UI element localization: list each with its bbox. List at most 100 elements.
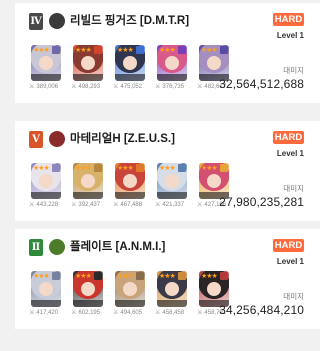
class-icon [136, 46, 144, 54]
rank-badge: Ⅱ [29, 239, 43, 256]
star-rating-icon: ★★★ [201, 272, 218, 280]
crossed-swords-icon: ⚔ [71, 309, 77, 316]
crossed-swords-icon: ⚔ [197, 201, 203, 208]
star-rating-icon: ★★★ [159, 46, 176, 54]
star-rating-icon: ★★★ [201, 46, 218, 54]
team-card[interactable]: Ⅴ 마테리얼H [Z.E.U.S.] HARD Level 1 ★★★ ⚔ 443,… [15, 121, 320, 221]
star-rating-icon: ★★★ [75, 164, 92, 172]
star-rating-icon: ★★★ [33, 272, 50, 280]
unit-slot[interactable]: ★★★ ⚔ 443,228 [29, 163, 61, 208]
combat-power-value: 498,293 [78, 83, 101, 90]
combat-power-value: 602,195 [78, 309, 101, 316]
unit-slot[interactable]: ★★★ ⚔ 475,052 [113, 45, 145, 90]
crossed-swords-icon: ⚔ [197, 309, 203, 316]
unit-portrait: ★★★ [73, 271, 103, 307]
team-card[interactable]: Ⅱ 플레이트 [A.N.M.I.] HARD Level 1 ★★★ ⚔ 417,4… [15, 229, 320, 329]
damage-value: 27,980,235,281 [219, 195, 304, 209]
unit-slot[interactable]: ★★★ ⚔ 392,437 [71, 163, 103, 208]
unit-slot[interactable]: ★★★ ⚔ 389,006 [29, 45, 61, 90]
unit-slot[interactable]: ★★★ ⚔ 467,488 [113, 163, 145, 208]
combat-power: ⚔ 458,458 [155, 309, 191, 316]
class-icon [220, 272, 228, 280]
team-name: 마테리얼H [Z.E.U.S.] [70, 133, 175, 145]
combat-power: ⚔ 389,006 [29, 83, 65, 90]
crossed-swords-icon: ⚔ [29, 83, 35, 90]
raid-ranking-list: Ⅳ 리빌드 핑거즈 [D.M.T.R] HARD Level 1 ★★★ ⚔ 389… [0, 0, 320, 351]
crossed-swords-icon: ⚔ [113, 309, 119, 316]
cross-emblem-icon [49, 239, 65, 255]
unit-slot[interactable]: ★★★ ⚔ 421,337 [155, 163, 187, 208]
crossed-swords-icon: ⚔ [113, 201, 119, 208]
combat-power: ⚔ 392,437 [71, 201, 107, 208]
team-name: 플레이트 [A.N.M.I.] [70, 241, 166, 253]
unit-portrait: ★★★ [157, 163, 187, 199]
unit-portrait: ★★★ [31, 45, 61, 81]
unit-slot[interactable]: ★★★ ⚔ 427,166 [197, 163, 229, 208]
unit-slot[interactable]: ★★★ ⚔ 498,293 [71, 45, 103, 90]
unit-slot[interactable]: ★★★ ⚔ 458,458 [155, 271, 187, 316]
combat-power-value: 467,488 [120, 201, 143, 208]
class-icon [94, 272, 102, 280]
unit-slot[interactable]: ★★★ ⚔ 376,735 [155, 45, 187, 90]
unit-slot[interactable]: ★★★ ⚔ 458,791 [197, 271, 229, 316]
star-rating-icon: ★★★ [33, 164, 50, 172]
unit-portrait: ★★★ [31, 163, 61, 199]
unit-portrait: ★★★ [157, 271, 187, 307]
class-icon [178, 164, 186, 172]
level-label: Level 1 [276, 31, 304, 40]
class-icon [220, 164, 228, 172]
damage-value: 34,256,484,210 [219, 303, 304, 317]
crossed-swords-icon: ⚔ [155, 83, 161, 90]
class-icon [94, 164, 102, 172]
crossed-swords-icon: ⚔ [155, 201, 161, 208]
level-label: Level 1 [276, 257, 304, 266]
star-emblem-icon [49, 131, 65, 147]
class-icon [178, 46, 186, 54]
unit-portrait: ★★★ [115, 45, 145, 81]
level-label: Level 1 [276, 149, 304, 158]
damage-label: 대미지 [283, 292, 304, 301]
unit-slot[interactable]: ★★★ ⚔ 482,617 [197, 45, 229, 90]
class-icon [52, 164, 60, 172]
unit-portrait: ★★★ [73, 163, 103, 199]
unit-portrait: ★★★ [115, 163, 145, 199]
difficulty-badge: HARD [273, 239, 304, 252]
combat-power: ⚔ 467,488 [113, 201, 149, 208]
combat-power: ⚔ 475,052 [113, 83, 149, 90]
class-icon [136, 272, 144, 280]
combat-power-value: 389,006 [36, 83, 59, 90]
combat-power: ⚔ 417,420 [29, 309, 65, 316]
combat-power-value: 494,605 [120, 309, 143, 316]
unit-slot[interactable]: ★★★ ⚔ 494,605 [113, 271, 145, 316]
unit-portrait: ★★★ [199, 163, 229, 199]
difficulty-badge: HARD [273, 13, 304, 26]
unit-slot[interactable]: ★★★ ⚔ 602,195 [71, 271, 103, 316]
class-icon [220, 46, 228, 54]
unit-portrait: ★★★ [199, 45, 229, 81]
combat-power-value: 392,437 [78, 201, 101, 208]
unit-slot[interactable]: ★★★ ⚔ 417,420 [29, 271, 61, 316]
star-rating-icon: ★★★ [201, 164, 218, 172]
team-name: 리빌드 핑거즈 [D.M.T.R] [70, 15, 190, 27]
star-rating-icon: ★★★ [117, 164, 134, 172]
rank-badge: Ⅳ [29, 13, 43, 30]
star-rating-icon: ★★★ [159, 272, 176, 280]
class-icon [178, 272, 186, 280]
crossed-swords-icon: ⚔ [29, 201, 35, 208]
star-rating-icon: ★★★ [75, 272, 92, 280]
combat-power: ⚔ 498,293 [71, 83, 107, 90]
damage-label: 대미지 [283, 66, 304, 75]
unit-portrait: ★★★ [115, 271, 145, 307]
team-card[interactable]: Ⅳ 리빌드 핑거즈 [D.M.T.R] HARD Level 1 ★★★ ⚔ 389… [15, 3, 320, 103]
crossed-swords-icon: ⚔ [197, 83, 203, 90]
combat-power: ⚔ 421,337 [155, 201, 191, 208]
class-icon [52, 46, 60, 54]
rank-badge: Ⅴ [29, 131, 43, 148]
unit-portrait: ★★★ [31, 271, 61, 307]
star-rating-icon: ★★★ [75, 46, 92, 54]
combat-power-value: 376,735 [162, 83, 185, 90]
combat-power: ⚔ 602,195 [71, 309, 107, 316]
combat-power-value: 421,337 [162, 201, 185, 208]
combat-power-value: 417,420 [36, 309, 59, 316]
combat-power: ⚔ 443,228 [29, 201, 65, 208]
